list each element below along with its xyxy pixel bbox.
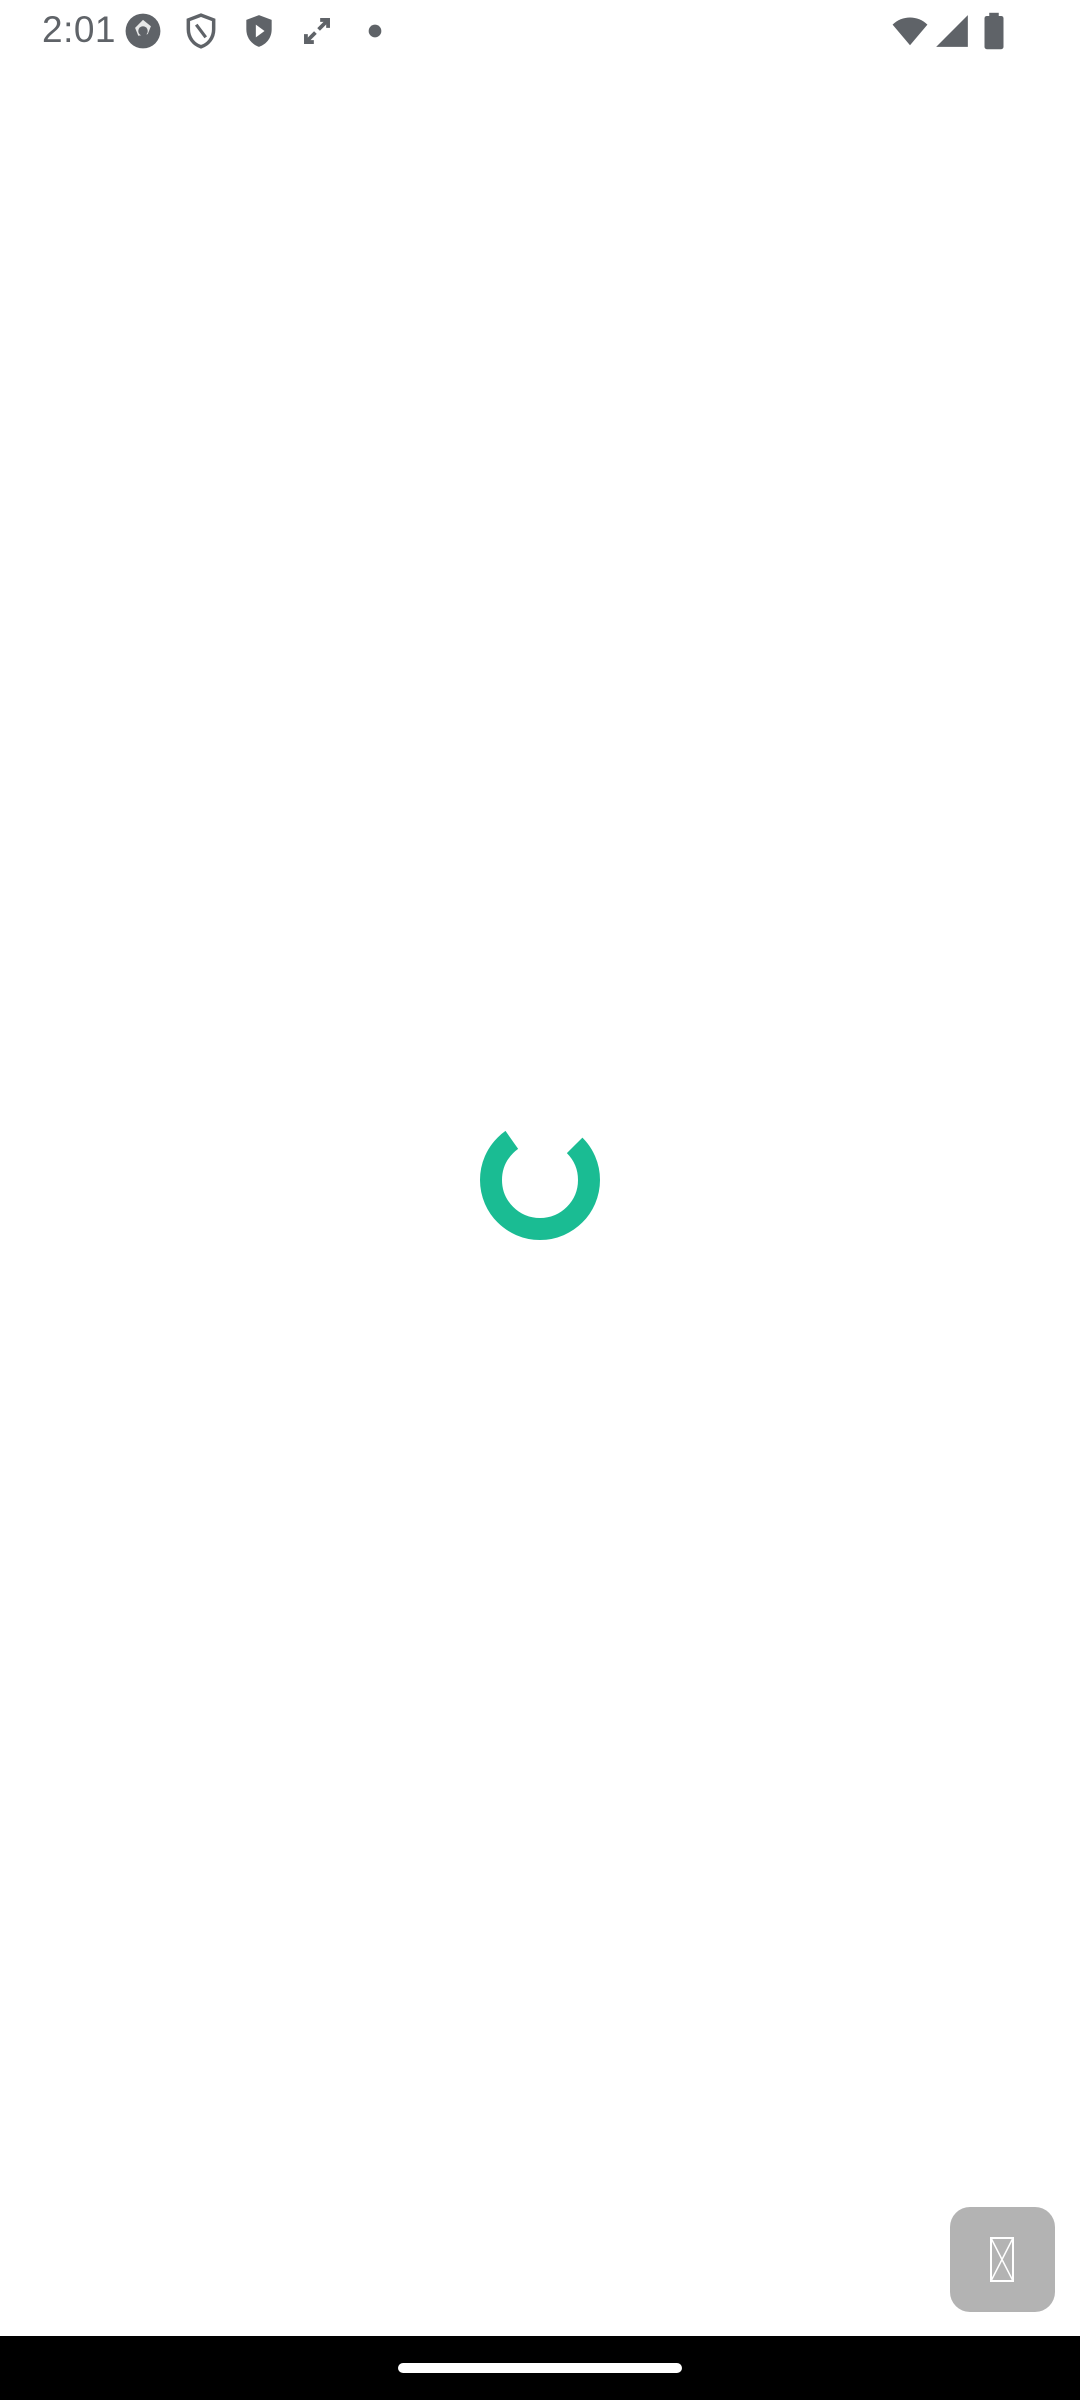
shield-play-icon: [240, 12, 278, 50]
home-handle[interactable]: [398, 2363, 682, 2373]
battery-icon: [980, 12, 1008, 50]
missing-image-icon: [990, 2237, 1014, 2282]
status-bar: 2:01: [0, 0, 1080, 60]
status-time: 2:01: [42, 9, 117, 50]
cell-signal-icon: [932, 12, 972, 50]
camera-shutter-icon: [124, 12, 162, 50]
app-screen: 2:01: [0, 0, 1080, 2400]
navigation-bar: [0, 2336, 1080, 2400]
wifi-icon: [888, 12, 932, 50]
expand-arrows-icon: [298, 12, 336, 50]
loading-spinner: [470, 1110, 610, 1250]
dot-icon: [356, 12, 394, 50]
shield-outline-icon: [182, 12, 220, 50]
floating-action-button[interactable]: [950, 2207, 1055, 2312]
